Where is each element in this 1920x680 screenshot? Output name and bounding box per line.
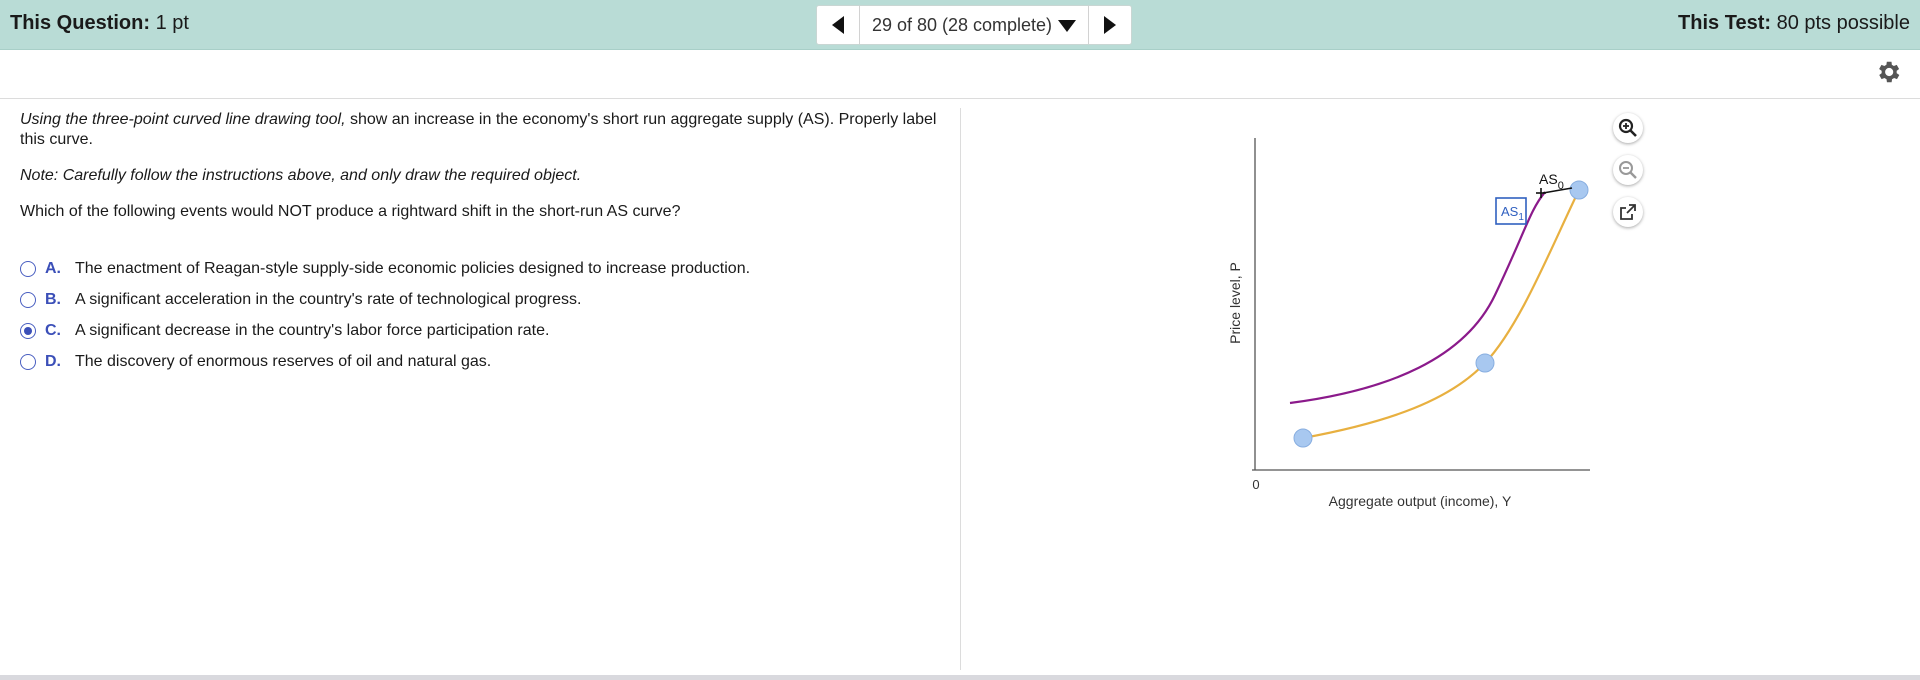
question-prompt: Which of the following events would NOT … bbox=[20, 203, 681, 220]
test-points-value: 80 pts possible bbox=[1776, 12, 1910, 34]
arrow-left-icon bbox=[832, 16, 844, 34]
header-divider bbox=[0, 98, 1920, 99]
move-cursor-icon bbox=[1536, 188, 1546, 198]
choice-letter: D. bbox=[45, 352, 61, 370]
arrow-right-icon bbox=[1104, 16, 1116, 34]
question-navigator: 29 of 80 (28 complete) bbox=[816, 5, 1132, 45]
choice-letter: A. bbox=[45, 259, 61, 277]
bottom-bar bbox=[0, 675, 1920, 680]
choice-text: The discovery of enormous reserves of oi… bbox=[75, 352, 492, 370]
caret-down-icon bbox=[1058, 20, 1077, 32]
radio-button[interactable] bbox=[20, 260, 36, 277]
question-points-label: This Question: bbox=[10, 12, 150, 34]
zoom-in-button[interactable] bbox=[1613, 113, 1643, 143]
previous-question-button[interactable] bbox=[817, 6, 860, 44]
choice-text: A significant decrease in the country's … bbox=[75, 321, 550, 339]
as0-curve[interactable] bbox=[1302, 189, 1580, 440]
choice-a[interactable]: A. The enactment of Reagan-style supply-… bbox=[20, 253, 920, 284]
question-progress-text: 29 of 80 (28 complete) bbox=[871, 14, 1053, 35]
test-points-label: This Test: bbox=[1678, 12, 1772, 34]
curve-control-point[interactable] bbox=[1569, 180, 1589, 200]
aggregate-supply-graph[interactable]: 0 Aggregate output (income), Y Price lev… bbox=[1200, 100, 1640, 520]
zoom-out-icon bbox=[1619, 161, 1637, 179]
next-question-button[interactable] bbox=[1088, 6, 1131, 44]
top-bar: This Question: 1 pt 29 of 80 (28 complet… bbox=[0, 0, 1920, 50]
choice-text: A significant acceleration in the countr… bbox=[75, 290, 582, 308]
instruction-tool-text: Using the three-point curved line drawin… bbox=[20, 111, 346, 128]
panel-divider bbox=[960, 108, 961, 670]
graph-toolbar bbox=[1613, 113, 1643, 239]
test-points: This Test: 80 pts possible bbox=[1678, 12, 1910, 35]
radio-button-selected[interactable] bbox=[20, 322, 36, 339]
question-progress-dropdown[interactable]: 29 of 80 (28 complete) bbox=[860, 6, 1088, 44]
choice-letter: C. bbox=[45, 321, 61, 339]
origin-label: 0 bbox=[1252, 477, 1259, 492]
x-axis-label: Aggregate output (income), Y bbox=[1329, 493, 1512, 509]
zoom-out-button[interactable] bbox=[1613, 155, 1643, 185]
zoom-in-icon bbox=[1618, 118, 1637, 137]
radio-button[interactable] bbox=[20, 353, 36, 370]
question-note: Note: Carefully follow the instructions … bbox=[20, 167, 582, 184]
choice-d[interactable]: D. The discovery of enormous reserves of… bbox=[20, 346, 920, 377]
choice-letter: B. bbox=[45, 290, 61, 308]
choice-b[interactable]: B. A significant acceleration in the cou… bbox=[20, 284, 920, 315]
answer-choices: A. The enactment of Reagan-style supply-… bbox=[20, 253, 920, 377]
y-axis-label: Price level, P bbox=[1227, 262, 1243, 344]
question-points-value: 1 pt bbox=[155, 12, 189, 34]
gear-icon[interactable] bbox=[1874, 58, 1902, 86]
popout-icon bbox=[1620, 204, 1636, 220]
question-instruction: Using the three-point curved line drawin… bbox=[20, 110, 955, 150]
question-points: This Question: 1 pt bbox=[10, 12, 189, 35]
curve-control-point[interactable] bbox=[1475, 353, 1495, 373]
choice-c[interactable]: C. A significant decrease in the country… bbox=[20, 315, 920, 346]
as0-label[interactable]: AS0 bbox=[1539, 171, 1564, 192]
popout-button[interactable] bbox=[1613, 197, 1643, 227]
radio-button[interactable] bbox=[20, 291, 36, 308]
choice-text: The enactment of Reagan-style supply-sid… bbox=[75, 259, 751, 277]
curve-control-point[interactable] bbox=[1293, 428, 1313, 448]
question-text: Using the three-point curved line drawin… bbox=[20, 110, 955, 222]
